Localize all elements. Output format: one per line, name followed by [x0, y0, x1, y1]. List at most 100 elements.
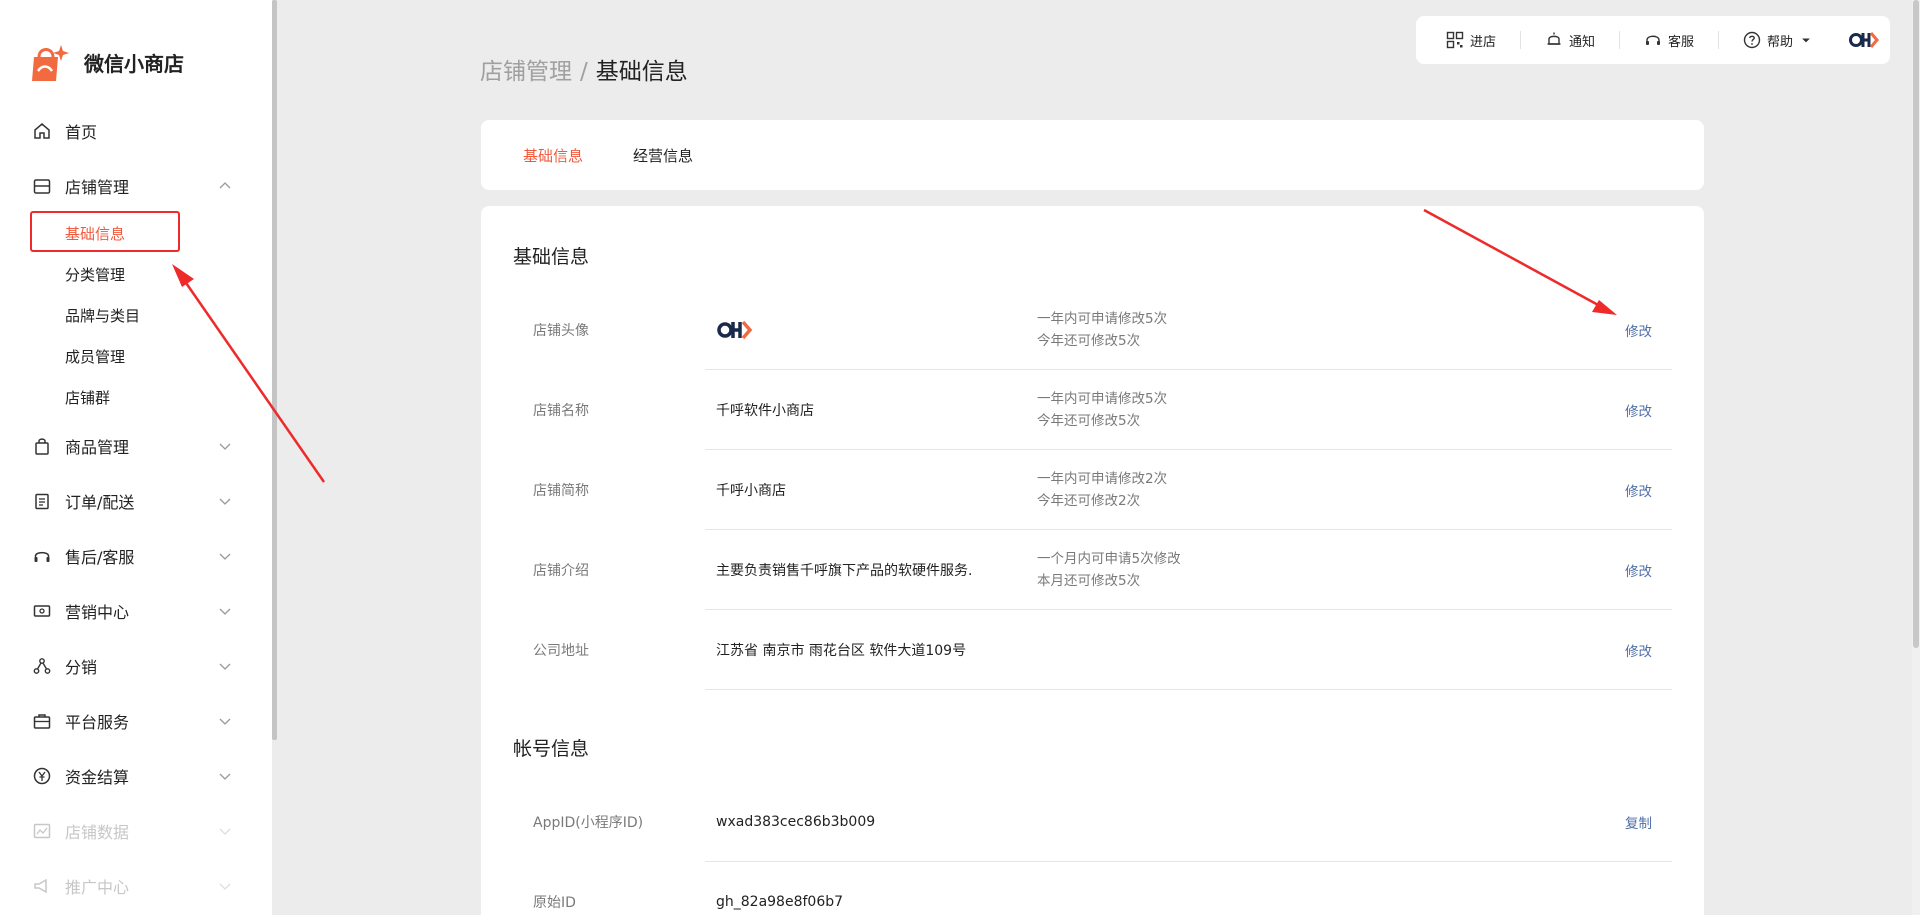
sidebar-item-label: 订单/配送: [65, 492, 135, 512]
sidebar-item-label: 资金结算: [65, 767, 130, 787]
section-title-basic: 基础信息: [513, 246, 590, 268]
row-value: wxad383cec86b3b009: [716, 814, 876, 830]
info-row-intro: 店铺介绍 主要负责销售千呼旗下产品的软硬件服务. 一个月内可申请5次修改 本月还…: [481, 530, 1704, 610]
caret-down-icon: [1802, 38, 1810, 43]
chevron-down-icon[interactable]: [218, 549, 232, 563]
info-card: 基础信息 店铺头像 一年内可申请修改5次 今年还可修改5次 修改 店铺名称 千呼…: [481, 206, 1704, 915]
customer-service-button[interactable]: 客服: [1644, 31, 1694, 50]
row-hint-line-1: 一年内可申请修改5次: [1037, 311, 1168, 327]
sidebar-item-products[interactable]: 商品管理: [0, 418, 272, 473]
breadcrumb-current: 基础信息: [595, 59, 688, 85]
sidebar-item-aftersales[interactable]: 售后/客服: [0, 528, 272, 583]
store-logo-icon: [717, 320, 753, 340]
home-icon: [32, 121, 52, 141]
sidebar: 微信小商店 首页 店铺管理 基础信息 分类管理 品牌与类目 成员管理 店铺群 商…: [0, 0, 272, 915]
sidebar-nav: 首页 店铺管理 基础信息 分类管理 品牌与类目 成员管理 店铺群 商品管理 订单…: [0, 103, 272, 913]
edit-intro-link[interactable]: 修改: [1625, 530, 1652, 610]
page-scrollbar-thumb[interactable]: [1913, 0, 1919, 648]
edit-avatar-link[interactable]: 修改: [1625, 290, 1652, 370]
page-scrollbar[interactable]: [1912, 0, 1920, 915]
sidebar-item-label: 分销: [65, 657, 98, 677]
app-name: 微信小商店: [84, 51, 184, 76]
notify-button[interactable]: 通知: [1545, 31, 1595, 50]
enter-store-button[interactable]: 进店: [1446, 31, 1496, 50]
chevron-down-icon[interactable]: [218, 439, 232, 453]
tab-basic-info[interactable]: 基础信息: [523, 145, 583, 166]
copy-appid-link[interactable]: 复制: [1625, 782, 1652, 862]
chevron-down-icon[interactable]: [218, 659, 232, 673]
row-value: gh_82a98e8f06b7: [716, 894, 844, 910]
chevron-down-icon[interactable]: [218, 714, 232, 728]
breadcrumb-separator: /: [580, 59, 588, 85]
section-title-account: 帐号信息: [513, 738, 590, 760]
store-icon: [32, 176, 52, 196]
chart-icon: [32, 821, 52, 841]
store-avatar-logo[interactable]: [1849, 29, 1881, 51]
headset-icon: [1646, 35, 1661, 45]
row-label: 店铺简称: [533, 483, 589, 499]
sidebar-item-store-data[interactable]: 店铺数据: [0, 803, 272, 858]
chevron-down-icon[interactable]: [218, 879, 232, 893]
toolbar-divider: [1718, 31, 1720, 49]
sidebar-item-distribution[interactable]: 分销: [0, 638, 272, 693]
tab-business-info[interactable]: 经营信息: [633, 145, 693, 166]
store-management-submenu: 基础信息 分类管理 品牌与类目 成员管理 店铺群: [0, 213, 272, 418]
row-label: AppID(小程序ID): [533, 815, 644, 831]
sidebar-item-label: 店铺管理: [65, 177, 130, 197]
chevron-down-icon[interactable]: [218, 824, 232, 838]
sidebar-item-settlement[interactable]: 资金结算: [0, 748, 272, 803]
app-logo[interactable]: 微信小商店: [28, 40, 184, 84]
sidebar-item-label: 平台服务: [65, 712, 130, 732]
info-row-address: 公司地址 江苏省 南京市 雨花台区 软件大道109号 修改: [481, 610, 1704, 690]
sidebar-subitem-members[interactable]: 成员管理: [0, 336, 272, 377]
sidebar-item-platform-services[interactable]: 平台服务: [0, 693, 272, 748]
edit-address-link[interactable]: 修改: [1625, 610, 1652, 690]
toolbar-divider: [1619, 31, 1621, 49]
store-avatar-image[interactable]: [716, 290, 758, 370]
sidebar-item-label: 首页: [65, 122, 98, 142]
row-hint-line-2: 今年还可修改2次: [1037, 493, 1141, 509]
row-hint: 一年内可申请修改5次 今年还可修改5次: [1037, 290, 1167, 370]
breadcrumb-store-management[interactable]: 店铺管理: [480, 59, 572, 85]
row-hint-line-2: 本月还可修改5次: [1037, 573, 1141, 589]
sidebar-item-promotion[interactable]: 推广中心: [0, 858, 272, 913]
sidebar-scrollbar[interactable]: [272, 0, 277, 740]
sidebar-item-home[interactable]: 首页: [0, 103, 272, 158]
row-hint-line-1: 一年内可申请修改5次: [1037, 391, 1168, 407]
row-label: 店铺头像: [533, 323, 589, 339]
bell-icon: [1547, 32, 1561, 45]
chevron-down-icon[interactable]: [218, 604, 232, 618]
sidebar-item-label: 店铺数据: [65, 822, 130, 842]
sidebar-subitem-store-group[interactable]: 店铺群: [0, 377, 272, 418]
row-value: 千呼小商店: [716, 483, 786, 499]
row-hint: 一年内可申请修改2次 今年还可修改2次: [1037, 450, 1167, 530]
sidebar-item-marketing[interactable]: 营销中心: [0, 583, 272, 638]
info-row-short-name: 店铺简称 千呼小商店 一年内可申请修改2次 今年还可修改2次 修改: [481, 450, 1704, 530]
edit-store-name-link[interactable]: 修改: [1625, 370, 1652, 450]
help-dropdown[interactable]: 帮助: [1743, 31, 1819, 50]
question-circle-icon: [1743, 31, 1761, 49]
edit-short-name-link[interactable]: 修改: [1625, 450, 1652, 530]
bag-icon: [32, 436, 52, 456]
chevron-down-icon[interactable]: [218, 769, 232, 783]
tabs-bar: 基础信息 经营信息: [481, 120, 1704, 190]
shop-bag-logo-icon: [28, 41, 70, 83]
sidebar-subitem-category[interactable]: 分类管理: [0, 254, 272, 295]
sidebar-subitem-brand[interactable]: 品牌与类目: [0, 295, 272, 336]
row-hint-line-2: 今年还可修改5次: [1037, 333, 1141, 349]
row-divider: [705, 689, 1672, 690]
chevron-up-icon[interactable]: [218, 179, 232, 193]
top-toolbar: 进店 通知 客服 帮助: [1416, 16, 1890, 64]
page-title: 店铺管理 / 基础信息: [480, 52, 688, 86]
qrcode-icon: [1446, 31, 1464, 49]
row-label: 店铺介绍: [533, 563, 589, 579]
row-value: 主要负责销售千呼旗下产品的软硬件服务.: [716, 563, 973, 579]
info-row-original-id: 原始ID gh_82a98e8f06b7: [481, 862, 1704, 915]
megaphone-icon: [32, 876, 52, 896]
chevron-down-icon[interactable]: [218, 494, 232, 508]
sidebar-item-store-management[interactable]: 店铺管理: [0, 158, 272, 213]
row-label: 公司地址: [533, 643, 589, 659]
sidebar-subitem-basic-info[interactable]: 基础信息: [0, 213, 272, 254]
sidebar-item-label: 营销中心: [65, 602, 130, 622]
sidebar-item-orders[interactable]: 订单/配送: [0, 473, 272, 528]
